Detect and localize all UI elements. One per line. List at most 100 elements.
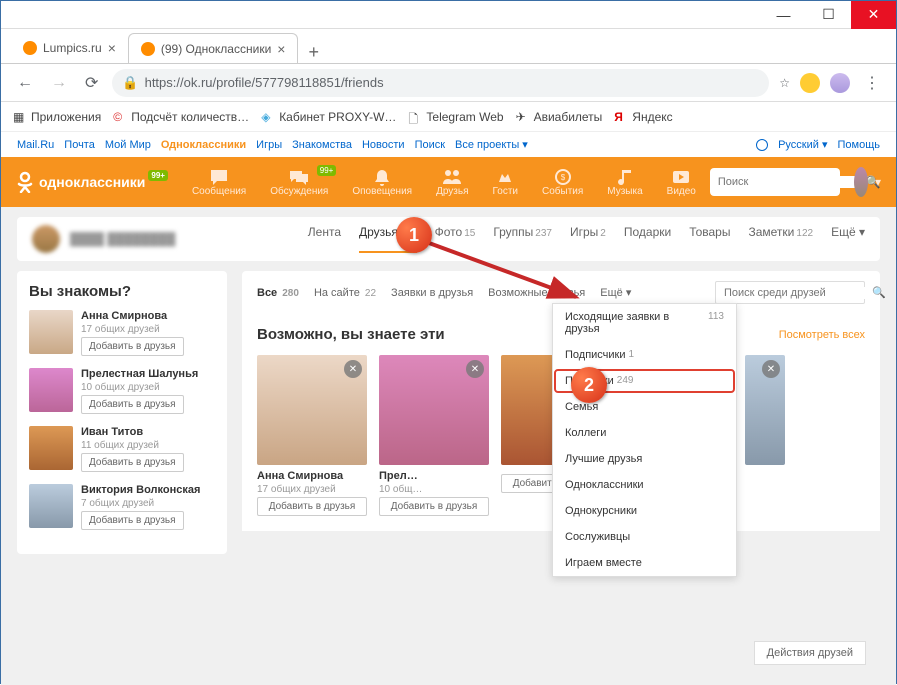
filter-online[interactable]: На сайте 22	[314, 287, 376, 299]
avatar-chevron-icon[interactable]: ▾	[875, 175, 881, 189]
user-avatar[interactable]	[854, 167, 868, 197]
header-search-input[interactable]	[718, 176, 860, 188]
card-photo[interactable]: ✕	[257, 355, 367, 465]
profile-tab-gifts[interactable]: Подарки	[624, 225, 671, 253]
nav-messages[interactable]: Сообщения	[182, 168, 256, 197]
nav-back-icon[interactable]: ←	[13, 70, 37, 96]
profile-tab-more[interactable]: Ещё ▾	[831, 225, 865, 253]
suggestion-name[interactable]: Иван Титов	[81, 426, 184, 438]
bookmarks-bar: ▦Приложения ©Подсчёт количеств… ◈Кабинет…	[1, 102, 896, 132]
suggestion-photo[interactable]	[29, 310, 73, 354]
profile-tab-photo[interactable]: Фото15	[435, 225, 476, 253]
mailru-link[interactable]: Поиск	[415, 139, 445, 151]
ok-logo-icon	[16, 171, 34, 193]
add-friend-button[interactable]: Добавить в друзья	[81, 395, 184, 414]
filter-possible[interactable]: Возможные друзья	[488, 287, 585, 299]
search-icon[interactable]: 🔍	[872, 286, 886, 299]
nav-guests[interactable]: Гости	[483, 168, 528, 197]
filter-all[interactable]: Все 280	[257, 287, 299, 299]
suggestion-photo[interactable]	[29, 484, 73, 528]
brand-badge: 99+	[148, 170, 168, 181]
mailru-link[interactable]: Игры	[256, 139, 282, 151]
bookmark-apps[interactable]: ▦Приложения	[13, 110, 101, 124]
card-name[interactable]: Прел…	[379, 470, 489, 482]
profile-tab-groups[interactable]: Группы237	[493, 225, 552, 253]
nav-reload-icon[interactable]: ⟳	[81, 69, 102, 97]
dd-subscribers[interactable]: Подписчики1	[553, 342, 736, 368]
filter-requests[interactable]: Заявки в друзья	[391, 287, 473, 299]
mailru-link-active[interactable]: Одноклассники	[161, 139, 246, 151]
nav-discussions[interactable]: 99+Обсуждения	[260, 168, 338, 197]
nav-video[interactable]: Видео	[657, 168, 706, 197]
profile-user[interactable]: ████ ████████	[32, 225, 175, 253]
card-photo[interactable]: ✕	[379, 355, 489, 465]
bookmark-star-icon[interactable]: ☆	[779, 76, 790, 90]
nav-music[interactable]: Музыка	[597, 168, 652, 197]
dd-coursemates[interactable]: Однокурсники	[553, 498, 736, 524]
browser-tab-lumpics[interactable]: Lumpics.ru ×	[11, 33, 128, 63]
add-friend-button[interactable]: Добавить в друзья	[81, 337, 184, 356]
profile-tab-goods[interactable]: Товары	[689, 225, 730, 253]
discussions-icon	[289, 168, 309, 186]
dd-bestfriends[interactable]: Лучшие друзья	[553, 446, 736, 472]
nav-events[interactable]: $События	[532, 168, 593, 197]
card-name[interactable]: Анна Смирнова	[257, 470, 367, 482]
add-friend-button[interactable]: Добавить в друзья	[257, 497, 367, 516]
view-all-link[interactable]: Посмотреть всех	[779, 329, 865, 341]
card-photo[interactable]: ✕	[745, 355, 785, 465]
mailru-link[interactable]: Знакомства	[292, 139, 352, 151]
profile-tab-notes[interactable]: Заметки122	[748, 225, 813, 253]
card-dismiss-icon[interactable]: ✕	[344, 360, 362, 378]
suggestion-photo[interactable]	[29, 426, 73, 470]
tab-close-icon[interactable]: ×	[108, 40, 116, 56]
mailru-link[interactable]: Мой Мир	[105, 139, 151, 151]
nav-friends[interactable]: Друзья	[426, 168, 478, 197]
bookmark-yandex[interactable]: ЯЯндекс	[614, 110, 672, 124]
bookmark-telegram[interactable]: 🗋Telegram Web	[408, 110, 503, 124]
bookmark-avia[interactable]: ✈Авиабилеты	[516, 110, 603, 124]
tab-close-icon[interactable]: ×	[277, 41, 285, 57]
dd-colleagues[interactable]: Коллеги	[553, 420, 736, 446]
new-tab-button[interactable]: +	[298, 42, 329, 63]
extension-icon[interactable]	[800, 73, 820, 93]
friends-search-input[interactable]	[724, 287, 866, 299]
card-dismiss-icon[interactable]: ✕	[762, 360, 780, 378]
add-friend-button[interactable]: Добавить в друзья	[81, 511, 184, 530]
language-selector[interactable]: Русский ▾	[778, 138, 827, 151]
bookmark-proxy[interactable]: ◈Кабинет PROXY-W…	[261, 110, 396, 124]
mailru-link[interactable]: Новости	[362, 139, 405, 151]
suggestions-panel: Вы знакомы? Анна Смирнова 17 общих друзе…	[17, 271, 227, 554]
bookmark-counter[interactable]: ©Подсчёт количеств…	[113, 110, 249, 124]
events-icon: $	[553, 168, 573, 186]
window-maximize[interactable]: ☐	[806, 1, 851, 29]
dd-playmates[interactable]: Играем вместе	[553, 550, 736, 576]
suggestion-name[interactable]: Анна Смирнова	[81, 310, 184, 322]
profile-avatar-icon[interactable]	[830, 73, 850, 93]
friends-search[interactable]: 🔍	[715, 281, 865, 304]
dd-outgoing[interactable]: Исходящие заявки в друзья113	[553, 304, 736, 342]
add-friend-button[interactable]: Добавить в друзья	[81, 453, 184, 472]
ok-logo[interactable]: одноклассники 99+	[16, 171, 168, 193]
help-link[interactable]: Помощь	[838, 139, 881, 151]
dd-classmates[interactable]: Одноклассники	[553, 472, 736, 498]
suggestion-photo[interactable]	[29, 368, 73, 412]
filter-more[interactable]: Ещё ▾	[600, 286, 631, 299]
url-input[interactable]: 🔒 https://ok.ru/profile/577798118851/fri…	[112, 69, 769, 97]
suggestion-name[interactable]: Прелестная Шалунья	[81, 368, 198, 380]
profile-tab-games[interactable]: Игры2	[570, 225, 606, 253]
window-minimize[interactable]: —	[761, 1, 806, 29]
browser-tab-ok[interactable]: (99) Одноклассники ×	[128, 33, 299, 63]
dd-coworkers[interactable]: Сослуживцы	[553, 524, 736, 550]
friends-actions-link[interactable]: Действия друзей	[754, 641, 866, 665]
header-search[interactable]: 🔍	[710, 168, 840, 196]
mailru-link[interactable]: Почта	[64, 139, 95, 151]
add-friend-button[interactable]: Добавить в друзья	[379, 497, 489, 516]
profile-tab-feed[interactable]: Лента	[308, 225, 341, 253]
window-close[interactable]: ✕	[851, 1, 896, 29]
browser-menu-icon[interactable]: ⋮	[860, 69, 884, 97]
mailru-link[interactable]: Mail.Ru	[17, 139, 54, 151]
suggestion-name[interactable]: Виктория Волконская	[81, 484, 200, 496]
card-dismiss-icon[interactable]: ✕	[466, 360, 484, 378]
mailru-link[interactable]: Все проекты ▾	[455, 138, 528, 151]
nav-notifications[interactable]: Оповещения	[342, 168, 422, 197]
